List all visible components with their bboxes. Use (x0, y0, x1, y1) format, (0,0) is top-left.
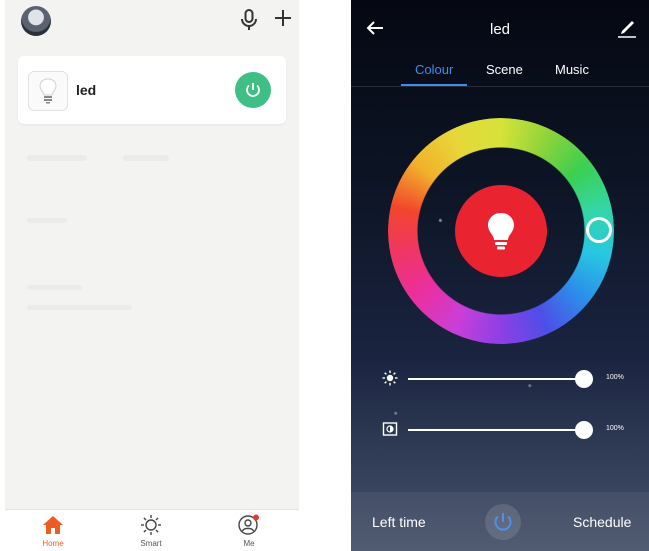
power-toggle-button[interactable] (485, 504, 521, 540)
schedule-button[interactable]: Schedule (573, 514, 631, 530)
tab-smart[interactable]: Smart (121, 510, 181, 551)
edit-icon[interactable] (616, 18, 638, 38)
user-avatar[interactable] (21, 6, 51, 36)
placeholder-line (27, 155, 87, 161)
bottom-tab-bar: Home Smart Me (5, 509, 299, 551)
tab-me[interactable]: Me (219, 510, 279, 551)
brightness-value: 100% (606, 374, 624, 381)
tab-music[interactable]: Music (555, 62, 589, 77)
device-name: led (76, 82, 97, 98)
saturation-slider-thumb[interactable] (575, 421, 593, 439)
brightness-icon (382, 370, 398, 386)
placeholder-line (27, 218, 67, 223)
device-card-led[interactable]: led (18, 56, 286, 124)
sun-icon (141, 515, 161, 535)
saturation-value: 100% (606, 425, 624, 432)
placeholder-line (123, 155, 169, 161)
notification-dot (253, 514, 259, 521)
microphone-icon[interactable] (238, 8, 260, 32)
device-power-button[interactable] (235, 72, 271, 108)
power-icon (494, 513, 512, 531)
tab-smart-label: Smart (140, 539, 162, 548)
tab-colour[interactable]: Colour (415, 62, 453, 77)
home-icon (43, 516, 63, 534)
device-title: led (489, 21, 511, 38)
saturation-slider[interactable] (408, 429, 590, 431)
home-screen: led Home Smart Me (5, 0, 299, 551)
bulb-icon (488, 213, 514, 250)
brightness-slider-thumb[interactable] (575, 370, 593, 388)
brightness-slider-row: 100% (351, 367, 649, 391)
left-time-button[interactable]: Left time (372, 514, 426, 530)
add-device-icon[interactable] (271, 6, 295, 30)
profile-icon (238, 514, 259, 535)
tab-me-label: Me (243, 539, 255, 548)
placeholder-line (27, 285, 82, 290)
current-color-button[interactable] (455, 185, 547, 277)
power-icon (246, 83, 260, 97)
bottom-action-bar: Left time Schedule (351, 492, 649, 551)
bulb-thumbnail (28, 71, 68, 111)
tab-home-label: Home (42, 539, 64, 548)
bulb-icon (39, 78, 57, 104)
placeholder-line (27, 305, 132, 310)
tab-divider (351, 86, 649, 87)
device-control-screen: led Colour Scene Music 100% 100% Left ti… (351, 0, 649, 551)
saturation-slider-row: 100% (351, 418, 649, 442)
tab-home[interactable]: Home (23, 510, 83, 551)
saturation-icon (382, 422, 398, 436)
brightness-slider[interactable] (408, 378, 590, 380)
tab-scene[interactable]: Scene (486, 62, 523, 77)
color-picker-handle[interactable] (586, 217, 612, 243)
